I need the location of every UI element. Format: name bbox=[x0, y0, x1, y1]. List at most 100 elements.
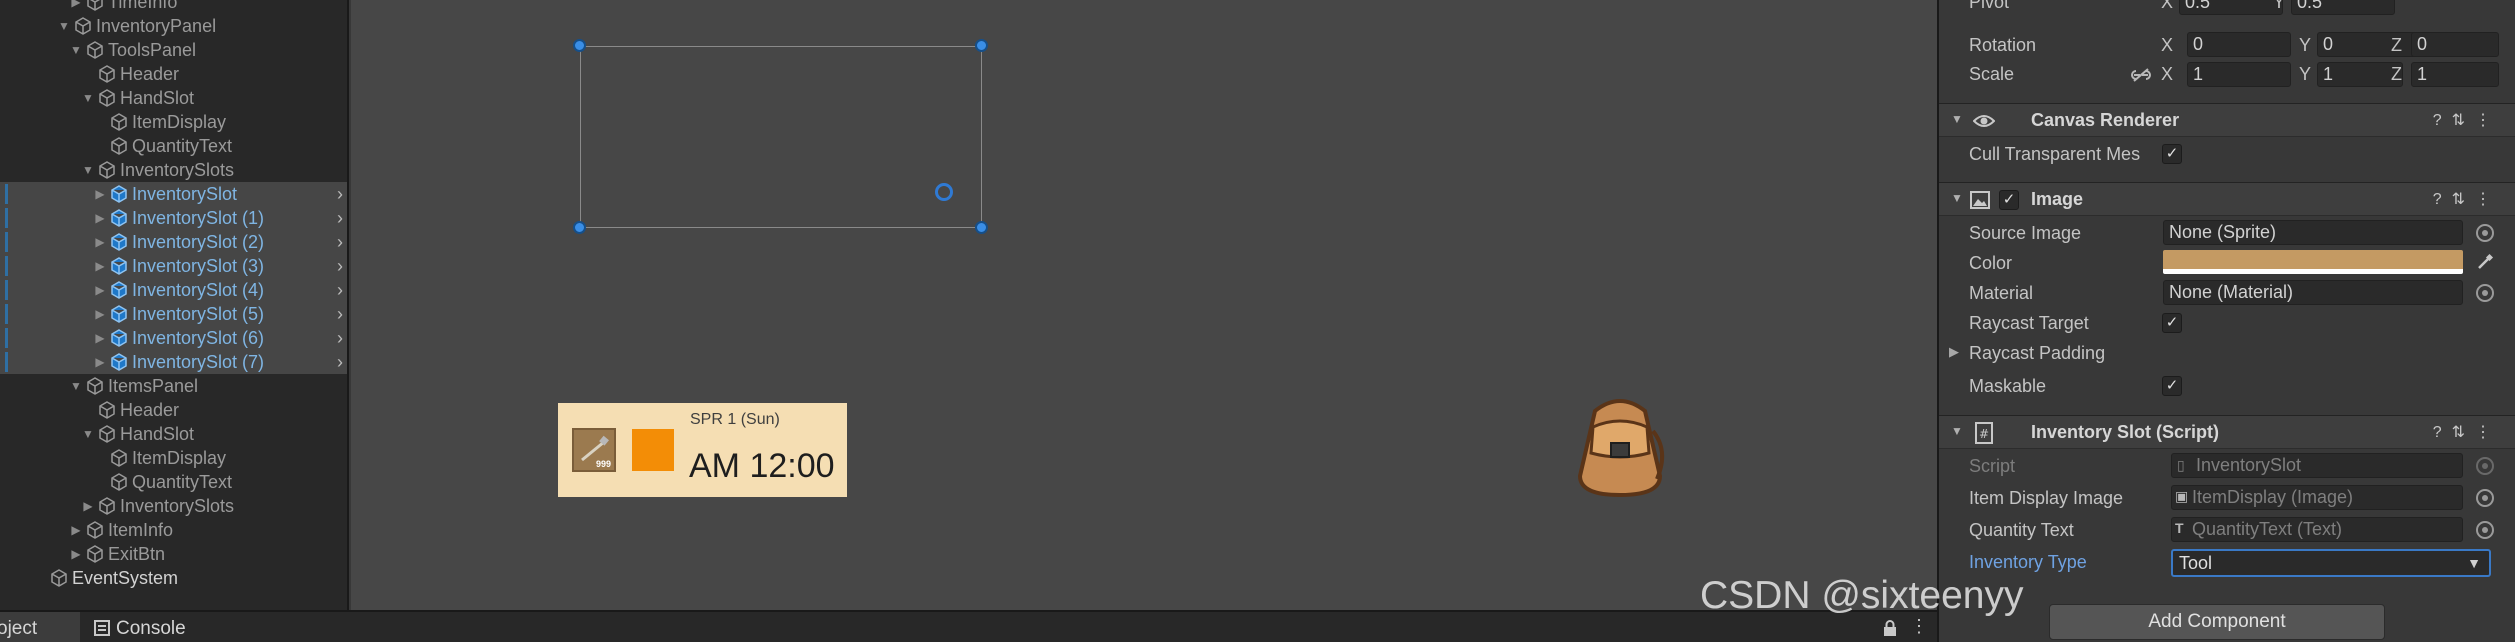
gizmo-handle-bottom-right[interactable] bbox=[975, 221, 988, 234]
inventory-type-dropdown[interactable]: Tool ▼ bbox=[2171, 549, 2491, 577]
hierarchy-row-selected[interactable]: ▶ InventorySlot (5) › bbox=[0, 302, 347, 326]
hierarchy-row[interactable]: Header bbox=[0, 398, 347, 422]
hierarchy-row[interactable]: ▶ ExitBtn bbox=[0, 542, 347, 566]
rotation-x-field[interactable]: 0 bbox=[2187, 32, 2291, 57]
cull-transparent-checkbox[interactable]: ✓ bbox=[2162, 144, 2182, 164]
expand-right-icon[interactable]: ▶ bbox=[68, 547, 84, 561]
item-display-image-field[interactable]: ItemDisplay (Image) bbox=[2171, 485, 2463, 510]
scale-x-field[interactable]: 1 bbox=[2187, 62, 2291, 87]
source-image-field[interactable]: None (Sprite) bbox=[2163, 220, 2463, 245]
object-picker-icon[interactable] bbox=[2476, 521, 2494, 539]
expand-down-icon[interactable]: ▼ bbox=[80, 427, 96, 441]
expand-right-icon[interactable]: ▶ bbox=[92, 307, 108, 321]
hierarchy-row[interactable]: QuantityText bbox=[0, 470, 347, 494]
object-picker-icon[interactable] bbox=[2476, 489, 2494, 507]
component-header-icons[interactable]: ?⇅⋮ bbox=[2433, 422, 2501, 442]
maskable-checkbox[interactable]: ✓ bbox=[2162, 376, 2182, 396]
gizmo-handle-top-right[interactable] bbox=[975, 39, 988, 52]
expand-right-icon[interactable]: ▶ bbox=[92, 331, 108, 345]
expand-right-icon[interactable]: ▶ bbox=[92, 235, 108, 249]
rect-transform-gizmo[interactable] bbox=[580, 46, 982, 228]
pivot-handle[interactable] bbox=[935, 183, 953, 201]
canvas-renderer-header[interactable]: ▼ Canvas Renderer ?⇅⋮ bbox=[1939, 103, 2515, 137]
hierarchy-row[interactable]: ▶ InventorySlots bbox=[0, 494, 347, 518]
image-component-header[interactable]: ▼ ✓ Image ?⇅⋮ bbox=[1939, 182, 2515, 216]
prefab-chevron-right-icon[interactable]: › bbox=[337, 304, 343, 325]
hierarchy-row[interactable]: ItemDisplay bbox=[0, 446, 347, 470]
eyedropper-icon[interactable] bbox=[2476, 253, 2494, 271]
color-swatch[interactable] bbox=[2163, 250, 2463, 274]
expand-down-icon[interactable]: ▼ bbox=[80, 163, 96, 177]
add-component-button[interactable]: Add Component bbox=[2049, 604, 2385, 640]
kebab-menu-icon[interactable]: ⋮ bbox=[1910, 616, 1928, 637]
tab-project[interactable]: Project bbox=[0, 618, 37, 640]
hierarchy-row[interactable]: ▼ InventoryPanel bbox=[0, 14, 347, 38]
component-header-icons[interactable]: ?⇅⋮ bbox=[2433, 189, 2501, 209]
expand-right-icon[interactable]: ▶ bbox=[92, 355, 108, 369]
tab-console[interactable]: Console bbox=[116, 618, 186, 640]
prefab-chevron-right-icon[interactable]: › bbox=[337, 328, 343, 349]
hierarchy-row[interactable]: ▼ ItemsPanel bbox=[0, 374, 347, 398]
script-fold-icon[interactable]: ▼ bbox=[1951, 424, 1963, 438]
image-fold-icon[interactable]: ▼ bbox=[1951, 191, 1963, 205]
constrain-proportions-icon[interactable] bbox=[2131, 67, 2151, 83]
hierarchy-row[interactable]: ▼ InventorySlots bbox=[0, 158, 347, 182]
raycast-padding-fold-icon[interactable]: ▶ bbox=[1949, 344, 1959, 360]
hierarchy-row-selected[interactable]: ▶ InventorySlot (2) › bbox=[0, 230, 347, 254]
inventory-slot-script-header[interactable]: ▼ # Inventory Slot (Script) ?⇅⋮ bbox=[1939, 415, 2515, 449]
object-picker-icon[interactable] bbox=[2476, 224, 2494, 242]
material-field[interactable]: None (Material) bbox=[2163, 280, 2463, 305]
raycast-target-checkbox[interactable]: ✓ bbox=[2162, 313, 2182, 333]
expand-right-icon[interactable]: ▶ bbox=[92, 283, 108, 297]
canvas-renderer-fold-icon[interactable]: ▼ bbox=[1951, 112, 1963, 126]
gizmo-handle-bottom-left[interactable] bbox=[573, 221, 586, 234]
prefab-chevron-right-icon[interactable]: › bbox=[337, 256, 343, 277]
hierarchy-row-selected[interactable]: ▶ InventorySlot (3) › bbox=[0, 254, 347, 278]
hierarchy-row[interactable]: QuantityText bbox=[0, 134, 347, 158]
hierarchy-row[interactable]: Header bbox=[0, 62, 347, 86]
hierarchy-row-selected[interactable]: ▶ InventorySlot (6) › bbox=[0, 326, 347, 350]
hierarchy-row-selected[interactable]: ▶ InventorySlot (1) › bbox=[0, 206, 347, 230]
raycast-padding-label[interactable]: Raycast Padding bbox=[1969, 343, 2105, 364]
hierarchy-row[interactable]: EventSystem bbox=[0, 566, 347, 590]
hierarchy-row-selected[interactable]: ▶ InventorySlot (4) › bbox=[0, 278, 347, 302]
pivot-x-field[interactable]: 0.5 bbox=[2179, 0, 2283, 15]
hierarchy-row[interactable]: ItemDisplay bbox=[0, 110, 347, 134]
gizmo-handle-top-left[interactable] bbox=[573, 39, 586, 52]
prefab-chevron-right-icon[interactable]: › bbox=[337, 280, 343, 301]
hierarchy-row-selected[interactable]: ▶ InventorySlot (7) › bbox=[0, 350, 347, 374]
prefab-chevron-right-icon[interactable]: › bbox=[337, 184, 343, 205]
scene-view[interactable]: 999 SPR 1 (Sun) AM 12:00 bbox=[351, 0, 1937, 610]
hierarchy-row[interactable]: ▼ HandSlot bbox=[0, 422, 347, 446]
lock-icon[interactable] bbox=[1883, 620, 1897, 636]
object-picker-icon[interactable] bbox=[2476, 284, 2494, 302]
expand-down-icon[interactable]: ▼ bbox=[68, 379, 84, 393]
expand-right-icon[interactable]: ▶ bbox=[92, 187, 108, 201]
rotation-z-field[interactable]: 0 bbox=[2411, 32, 2499, 57]
hierarchy-row[interactable]: ▼ HandSlot bbox=[0, 86, 347, 110]
gameobject-cube-icon bbox=[87, 0, 103, 11]
expand-down-icon[interactable]: ▼ bbox=[80, 91, 96, 105]
expand-right-icon[interactable]: ▶ bbox=[92, 259, 108, 273]
prefab-chevron-right-icon[interactable]: › bbox=[337, 208, 343, 229]
hierarchy-row-selected[interactable]: ▶ InventorySlot › bbox=[0, 182, 347, 206]
hierarchy-row[interactable]: ▼ ToolsPanel bbox=[0, 38, 347, 62]
hierarchy-row[interactable]: ▶ ItemInfo bbox=[0, 518, 347, 542]
expand-right-icon[interactable]: ▶ bbox=[80, 499, 96, 513]
prefab-chevron-right-icon[interactable]: › bbox=[337, 352, 343, 373]
image-enabled-checkbox[interactable]: ✓ bbox=[1999, 190, 2019, 210]
rotation-y-field[interactable]: 0 bbox=[2317, 32, 2421, 57]
gameobject-cube-icon bbox=[111, 305, 127, 323]
expand-right-icon[interactable]: ▶ bbox=[68, 0, 84, 9]
hierarchy-row[interactable]: ▶ TimeInfo bbox=[0, 0, 347, 14]
backpack-icon[interactable] bbox=[1565, 391, 1675, 501]
expand-down-icon[interactable]: ▼ bbox=[68, 43, 84, 57]
pivot-y-field[interactable]: 0.5 bbox=[2291, 0, 2395, 15]
prefab-chevron-right-icon[interactable]: › bbox=[337, 232, 343, 253]
expand-right-icon[interactable]: ▶ bbox=[68, 523, 84, 537]
scale-z-field[interactable]: 1 bbox=[2411, 62, 2499, 87]
quantity-text-field[interactable]: QuantityText (Text) bbox=[2171, 517, 2463, 542]
expand-right-icon[interactable]: ▶ bbox=[92, 211, 108, 225]
component-header-icons[interactable]: ?⇅⋮ bbox=[2433, 110, 2501, 130]
expand-down-icon[interactable]: ▼ bbox=[56, 19, 72, 33]
